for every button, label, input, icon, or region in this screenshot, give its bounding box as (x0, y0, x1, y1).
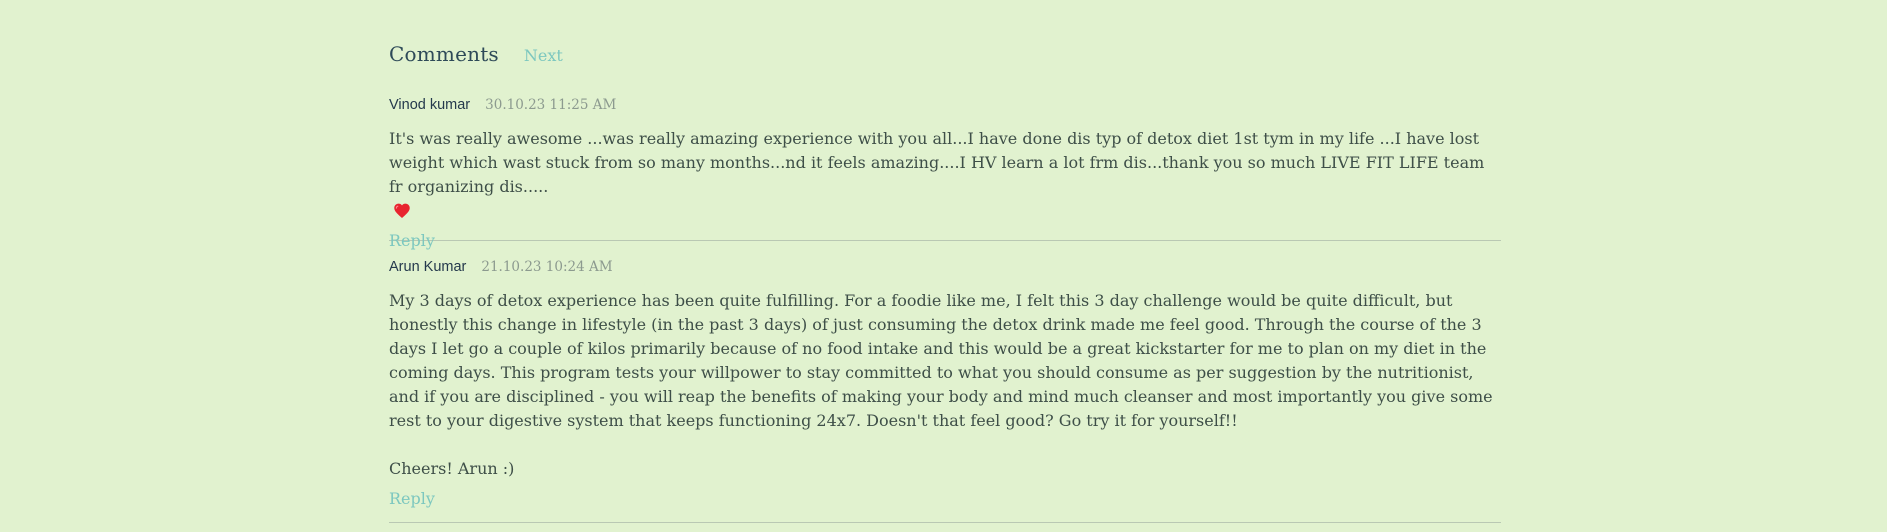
comment-item: Vinod kumar 30.10.23 11:25 AM It's was r… (389, 97, 1501, 250)
comment-author: Vinod kumar (389, 97, 471, 113)
comment-meta: Arun Kumar 21.10.23 10:24 AM (389, 259, 1501, 281)
comment-timestamp: 30.10.23 11:25 AM (485, 97, 617, 113)
reply-button[interactable]: Reply (389, 487, 435, 511)
comment-item: Arun Kumar 21.10.23 10:24 AM My 3 days o… (389, 259, 1501, 523)
comment-meta: Vinod kumar 30.10.23 11:25 AM (389, 97, 1501, 119)
next-link[interactable]: Next (524, 46, 563, 65)
comment-timestamp: 21.10.23 10:24 AM (481, 259, 613, 275)
comments-title: Comments (389, 42, 499, 66)
comments-header: Comments Next (389, 42, 563, 66)
comment-author: Arun Kumar (389, 259, 467, 275)
heart-icon (394, 203, 410, 218)
comment-signoff: Cheers! Arun :) (389, 459, 515, 478)
comment-body: It's was really awesome ...was really am… (389, 127, 1501, 223)
comment-text: It's was really awesome ...was really am… (389, 129, 1485, 196)
comment-text: My 3 days of detox experience has been q… (389, 291, 1493, 430)
comment-body: My 3 days of detox experience has been q… (389, 289, 1501, 481)
reply-button[interactable]: Reply (389, 229, 435, 253)
